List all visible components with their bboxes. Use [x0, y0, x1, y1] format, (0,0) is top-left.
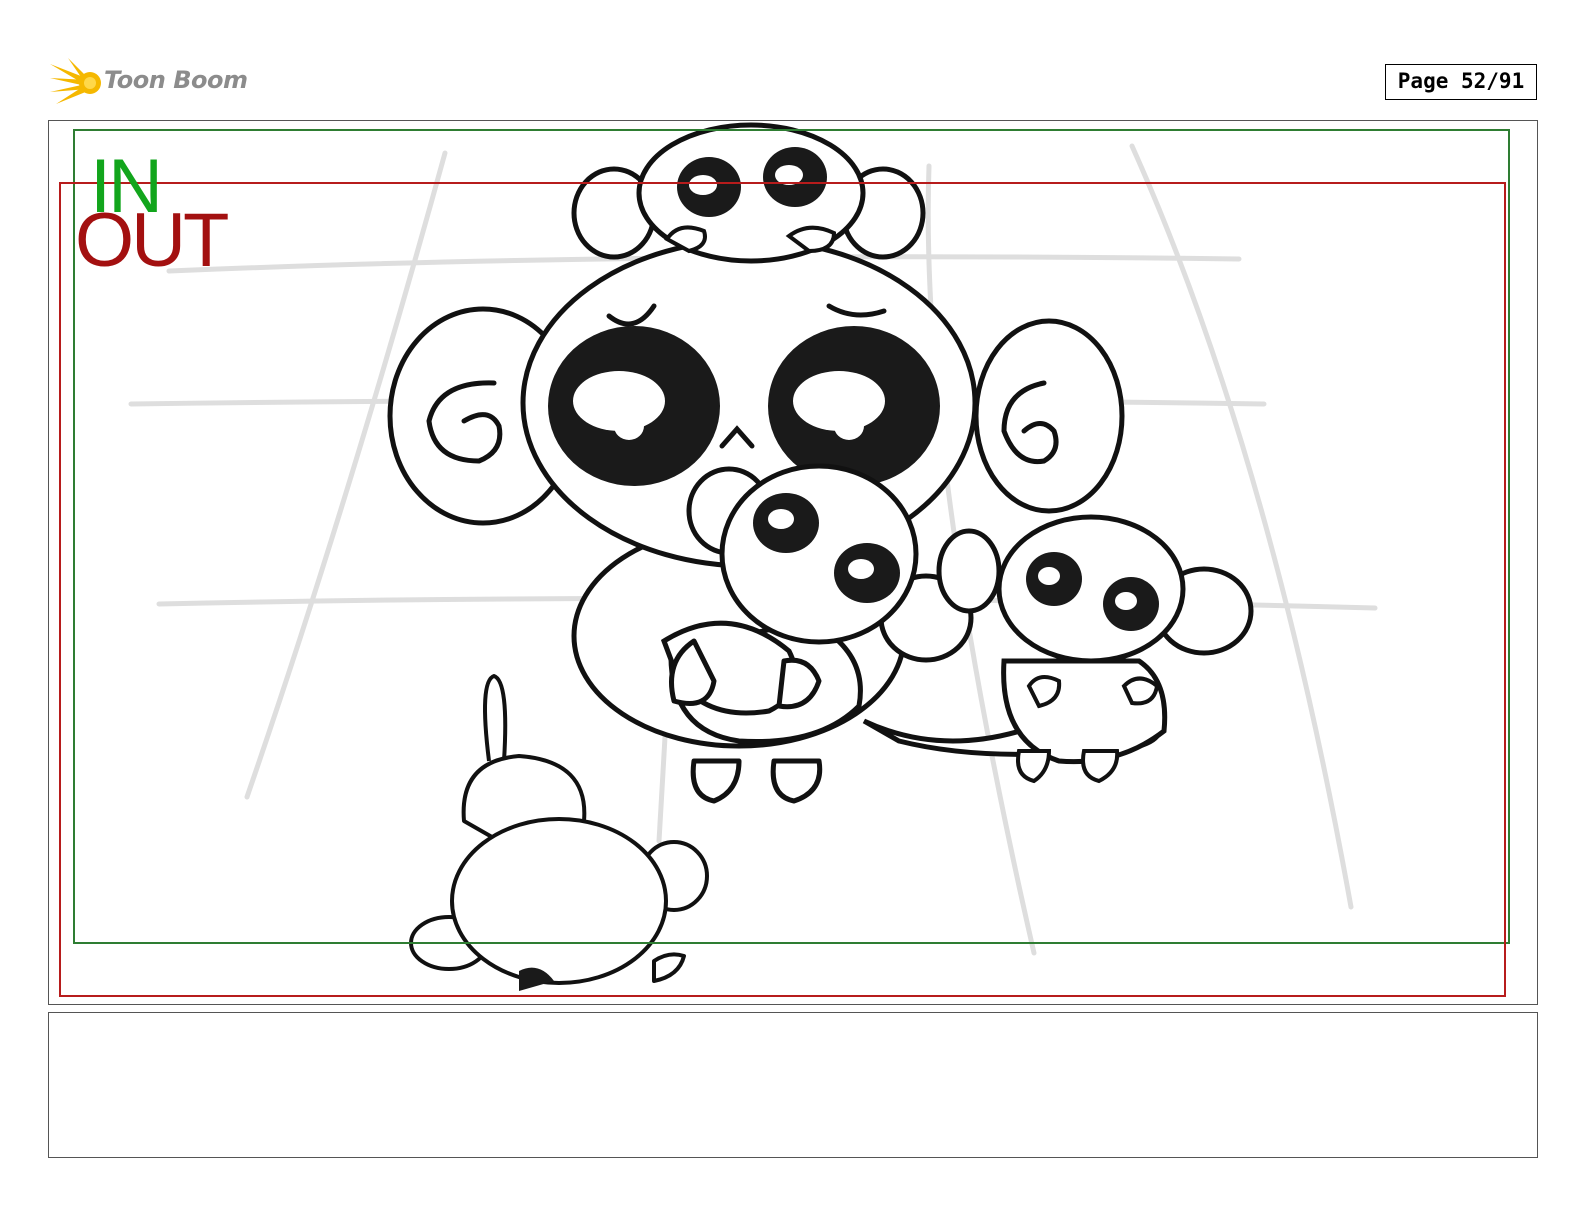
- page-indicator: Page 52/91: [1385, 64, 1537, 100]
- storyboard-panel: IN OUT: [48, 120, 1538, 1005]
- panel-notes: [48, 1012, 1538, 1158]
- out-label: OUT: [75, 198, 229, 283]
- out-frame: [59, 182, 1506, 997]
- logo-text: Toon Boom: [104, 66, 248, 94]
- toon-boom-logo: Toon Boom: [50, 56, 250, 108]
- starburst-icon: [50, 58, 101, 104]
